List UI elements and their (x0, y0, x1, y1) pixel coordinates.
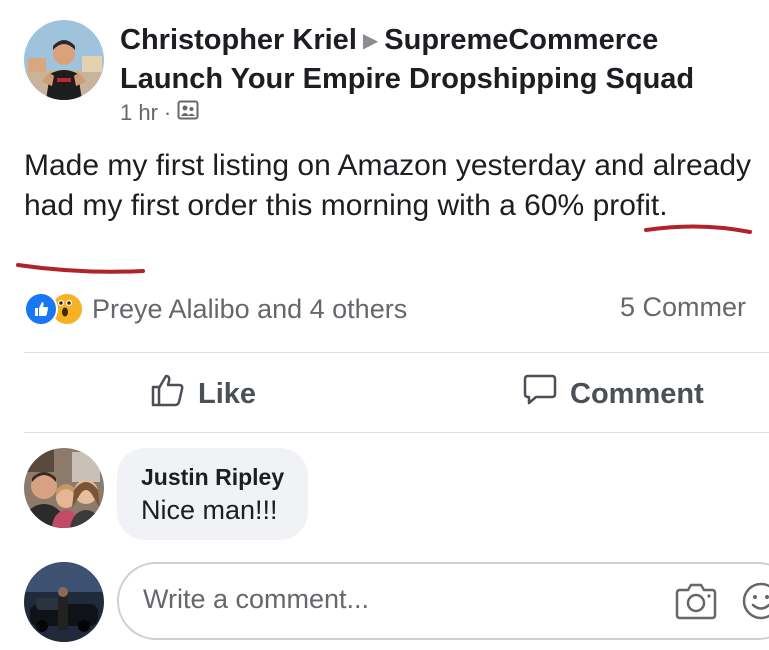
current-user-avatar[interactable] (24, 562, 104, 642)
reactions-summary[interactable]: Preye Alalibo and 4 others (24, 292, 407, 326)
underline-mark-2 (16, 263, 145, 274)
reaction-names[interactable]: Preye Alalibo and 4 others (92, 294, 407, 325)
comment-composer[interactable] (117, 562, 769, 640)
comments-count[interactable]: 5 Commer (620, 292, 746, 323)
like-reaction-icon (24, 292, 58, 326)
comment-bubble-icon (522, 372, 558, 416)
comment-text: Nice man!!! (141, 495, 278, 525)
comment-author[interactable]: Justin Ripley (141, 462, 284, 492)
comment-input[interactable] (143, 584, 603, 615)
comment-bubble: Justin Ripley Nice man!!! (117, 448, 309, 540)
like-button[interactable]: Like (150, 372, 256, 416)
comment-button[interactable]: Comment (522, 372, 704, 416)
underline-mark-1 (644, 224, 752, 234)
comment-label: Comment (570, 377, 704, 410)
commenter-avatar[interactable] (24, 448, 104, 528)
divider-top (24, 352, 769, 353)
like-thumb-icon (150, 372, 186, 416)
divider-bottom (24, 432, 769, 433)
emoji-icon[interactable] (741, 581, 769, 626)
like-label: Like (198, 377, 257, 410)
camera-icon[interactable] (674, 580, 718, 627)
